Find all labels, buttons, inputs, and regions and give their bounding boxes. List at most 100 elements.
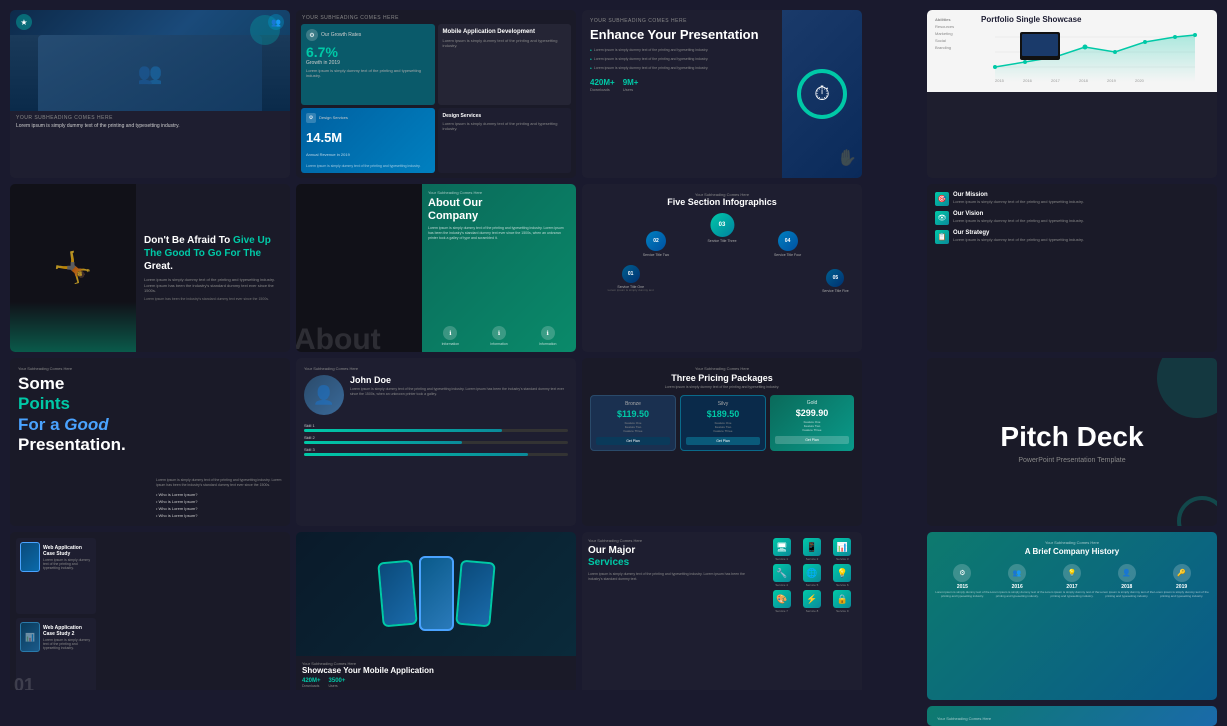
slide-portfolio[interactable]: Abilities Resources Marketing Social Bra…	[927, 10, 1217, 178]
history-tag: Your Subheading Comes Here	[935, 540, 1209, 545]
slide-webapp[interactable]: 01 Web Application Case Study Lorem ipsu…	[10, 532, 290, 690]
pricing-title: Three Pricing Packages	[590, 373, 854, 383]
growth-desc1: Lorem ipsum is simply dummy text of the …	[306, 68, 430, 78]
major-svc-7: 🎨 Service 7	[768, 590, 795, 613]
history-2016: 👥 2016 Lorem ipsum is simply dummy text …	[990, 564, 1045, 599]
slide-mvs[interactable]: 🎯 Our Mission Lorem ipsum is simply dumm…	[927, 184, 1217, 352]
john-skills: Skill 1 Skill 2 Skill 3	[304, 423, 568, 456]
slide-history[interactable]: Your Subheading Comes Here A Brief Compa…	[927, 532, 1217, 700]
portfolio-chart-area: Portfolio Single Showcase	[981, 15, 1209, 87]
mvs-strategy-title: Our Strategy	[953, 230, 1209, 236]
slide-pricing[interactable]: Your Subheading Comes Here Three Pricing…	[582, 358, 862, 526]
portfolio-header: Abilities Resources Marketing Social Bra…	[927, 10, 1217, 92]
slide-points[interactable]: Your Subheading Comes Here Some Points F…	[10, 358, 290, 526]
growth-label1: Growth in 2019	[306, 60, 430, 66]
hello-tag: Your Subheading Comes Here	[937, 716, 1207, 721]
about-tag: Your Subheading Comes Here	[428, 190, 570, 195]
john-avatar: 👤	[304, 375, 344, 415]
about-right: Your Subheading Comes Here About OurComp…	[422, 184, 576, 352]
enhance-stat2: 9M+	[623, 78, 639, 87]
growth-mobile-title: Mobile Application Development	[443, 29, 567, 36]
pitch-ring-decoration	[1177, 496, 1217, 526]
growth-label2: Annual Revenue in 2019	[306, 152, 430, 157]
col4-slides: Abilities Resources Marketing Social Bra…	[927, 0, 1227, 690]
pricing-silver-btn[interactable]: Get Plan	[686, 437, 760, 445]
mvs-mission: 🎯 Our Mission Lorem ipsum is simply dumm…	[935, 192, 1209, 206]
mvs-vision-title: Our Vision	[953, 211, 1209, 217]
john-tag: Your Subheading Comes Here	[304, 366, 568, 371]
mobile-phone-1	[377, 560, 418, 628]
mvs-vision-desc: Lorem ipsum is simply dummy text of the …	[953, 218, 1209, 223]
pricing-silver-price: $189.50	[686, 409, 760, 419]
major-title: Our Major Services	[588, 545, 756, 569]
infographics-title: Five Section Infographics	[590, 197, 854, 207]
major-services-grid: 🖥 Service 1 📱 Service 2 📊 Service 3 🔧 Se…	[762, 532, 862, 690]
growth-header: Your Subheading Comes Here	[296, 10, 576, 24]
pitch-title: Pitch Deck	[1000, 421, 1143, 453]
svg-text:2017: 2017	[1051, 78, 1061, 82]
mobile-phone-2	[419, 556, 454, 631]
history-2018: 👤 2018 Lorem ipsum is simply dummy text …	[1099, 564, 1154, 599]
growth-number2: 14.5M	[306, 130, 430, 145]
john-name: John Doe	[350, 375, 568, 385]
infographics-nodes: 03 Service Title Three 02 Service Title …	[590, 213, 854, 303]
john-desc: Lorem ipsum is simply dummy text of the …	[350, 387, 568, 397]
about-big-text: About	[296, 323, 381, 352]
enhance-content: Your Subheading Comes Here Enhance Your …	[582, 10, 782, 178]
growth-number1: 6.7%	[306, 44, 430, 60]
slide-john[interactable]: Your Subheading Comes Here 👤 John Doe Lo…	[296, 358, 576, 526]
about-title: About OurCompany	[428, 197, 570, 223]
team-info: Your Subheading Comes Here Lorem ipsum i…	[10, 111, 290, 178]
slide-hello[interactable]: Your Subheading Comes Here Hello and Wel…	[927, 706, 1217, 726]
history-2019: 🔑 2019 Lorem ipsum is simply dummy text …	[1154, 564, 1209, 599]
growth-title: Our Growth Rates	[321, 32, 361, 38]
webapp-case2-title: Web Application Case Study 2	[43, 625, 92, 637]
enhance-title: Enhance Your Presentation	[590, 27, 774, 43]
slide-team[interactable]: ★ 👥 👥 Your Subheading Comes Here Lorem i…	[10, 10, 290, 178]
slide-mobile-showcase[interactable]: Your Subheading Comes Here Showcase Your…	[296, 532, 576, 690]
mvs-vision: 👁 Our Vision Lorem ipsum is simply dummy…	[935, 211, 1209, 225]
growth-box-main: ⚙ Our Growth Rates 6.7% Growth in 2019 L…	[301, 24, 435, 105]
mvs-strategy-icon: 📋	[935, 230, 949, 244]
svg-text:2016: 2016	[1023, 78, 1033, 82]
team-desc: Lorem ipsum is simply dummy text of the …	[16, 123, 284, 130]
mvs-mission-desc: Lorem ipsum is simply dummy text of the …	[953, 199, 1209, 204]
svg-text:2015: 2015	[995, 78, 1005, 82]
slide-major-services[interactable]: Your Subheading Comes Here Our Major Ser…	[582, 532, 862, 690]
major-svc-1: 🖥 Service 1	[768, 538, 795, 561]
mvs-strategy-desc: Lorem ipsum is simply dummy text of the …	[953, 237, 1209, 242]
webapp-case1-title: Web Application Case Study	[43, 545, 92, 557]
major-services-content: Your Subheading Comes Here Our Major Ser…	[582, 532, 762, 690]
pricing-gold: Gold $299.90 Feature One Feature Two Fea…	[770, 395, 854, 451]
slide-enhance[interactable]: Your Subheading Comes Here Enhance Your …	[582, 10, 862, 178]
major-svc-2: 📱 Service 2	[798, 538, 825, 561]
growth-box-design: ⚙ Design Services 14.5M Annual Revenue i…	[301, 108, 435, 173]
mvs-mission-title: Our Mission	[953, 192, 1209, 198]
history-2015: ⚙ 2015 Lorem ipsum is simply dummy text …	[935, 564, 990, 599]
svg-text:2019: 2019	[1107, 78, 1117, 82]
slide-pitch[interactable]: Pitch Deck PowerPoint Presentation Templ…	[927, 358, 1217, 526]
slide-dontbe[interactable]: 🤸 Don't Be Afraid To Give Up The Good To…	[10, 184, 290, 352]
pricing-bronze-btn[interactable]: Get Plan	[596, 437, 670, 445]
webapp-content: Web Application Case Study Lorem ipsum i…	[16, 538, 284, 690]
enhance-image: ⏱ ✋	[782, 10, 862, 178]
mobile-showcase-info: Your Subheading Comes Here Showcase Your…	[296, 656, 576, 690]
slide-infographics[interactable]: Your Subheading Comes Here Five Section …	[582, 184, 862, 352]
major-svc-6: 💡 Service 6	[829, 564, 856, 587]
growth-mobile-desc: Lorem ipsum is simply dummy text of the …	[443, 38, 567, 48]
major-svc-4: 🔧 Service 4	[768, 564, 795, 587]
mvs-mission-icon: 🎯	[935, 192, 949, 206]
slide-growth[interactable]: Your Subheading Comes Here ⚙ Our Growth …	[296, 10, 576, 178]
points-title: Some Points For a Good Presentation.	[18, 374, 146, 456]
slide-about[interactable]: About Your Subheading Comes Here About O…	[296, 184, 576, 352]
pricing-silver: Silvy $189.50 Feature One Feature Two Fe…	[680, 395, 766, 451]
pricing-gold-btn[interactable]: Get Plan	[775, 436, 849, 444]
portfolio-sidebar: Abilities Resources Marketing Social Bra…	[935, 15, 975, 50]
history-2017: 💡 2017 Lorem ipsum is simply dummy text …	[1045, 564, 1100, 599]
major-svc-5: 🌐 Service 5	[798, 564, 825, 587]
mvs-strategy: 📋 Our Strategy Lorem ipsum is simply dum…	[935, 230, 1209, 244]
dontbe-title: Don't Be Afraid To Give Up The Good To G…	[144, 234, 282, 273]
portfolio-chart: 2015 2016 2017 2018 2019 2020	[981, 27, 1209, 82]
pricing-bronze: Bronze $119.50 Feature One Feature Two F…	[590, 395, 676, 451]
points-tag: Your Subheading Comes Here	[18, 366, 146, 371]
